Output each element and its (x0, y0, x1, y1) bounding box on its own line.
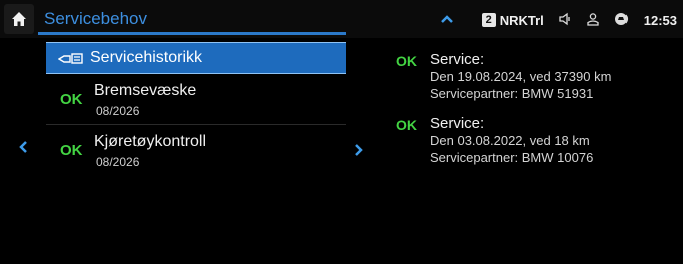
status-ok: OK (396, 117, 417, 133)
service-history-icon (58, 53, 83, 64)
service-history-label: Servicehistorikk (90, 49, 203, 66)
entry-date-km: Den 19.08.2024, ved 37390 km (430, 69, 612, 84)
home-button[interactable] (4, 4, 34, 34)
entry-partner: Servicepartner: BMW 10076 (430, 150, 594, 165)
connected-car-icon[interactable] (614, 12, 630, 29)
chevron-up-icon[interactable] (440, 11, 454, 29)
service-history-button[interactable]: Servicehistorikk (46, 42, 346, 74)
status-ok: OK (396, 53, 417, 69)
item-name: Kjøretøykontroll (94, 133, 207, 150)
service-list: Servicehistorikk OK Bremsevæske 08/2026 … (46, 42, 346, 174)
item-name: Bremsevæske (94, 82, 197, 99)
entry-label: Service: (430, 51, 485, 68)
title-underline (38, 32, 346, 35)
list-item[interactable]: OK Bremsevæske 08/2026 (46, 74, 346, 124)
clock: 12:53 (643, 12, 677, 28)
page-title: Servicebehov (44, 9, 148, 28)
chevron-right-icon[interactable] (354, 140, 364, 163)
status-ok: OK (60, 91, 83, 108)
item-date: 08/2026 (96, 104, 140, 118)
status-bar: 2 NRKTrl 12:53 (440, 10, 677, 30)
status-ok: OK (60, 142, 83, 159)
entry-label: Service: (430, 115, 485, 132)
chevron-left-icon[interactable] (18, 137, 28, 160)
entry-date-km: Den 03.08.2022, ved 18 km (430, 133, 590, 148)
speaker-icon[interactable] (558, 12, 572, 29)
entry-partner: Servicepartner: BMW 51931 (430, 86, 594, 101)
radio-source[interactable]: 2 NRKTrl (481, 12, 544, 28)
item-date: 08/2026 (96, 155, 140, 169)
preset-badge: 2 (481, 13, 496, 27)
radio-station-label: NRKTrl (499, 12, 544, 28)
top-bar: Servicebehov 2 NRKTrl 12:53 (0, 0, 683, 38)
list-item[interactable]: OK Kjøretøykontroll 08/2026 (46, 124, 346, 174)
user-profile-icon[interactable] (586, 12, 600, 29)
home-icon (12, 12, 26, 26)
